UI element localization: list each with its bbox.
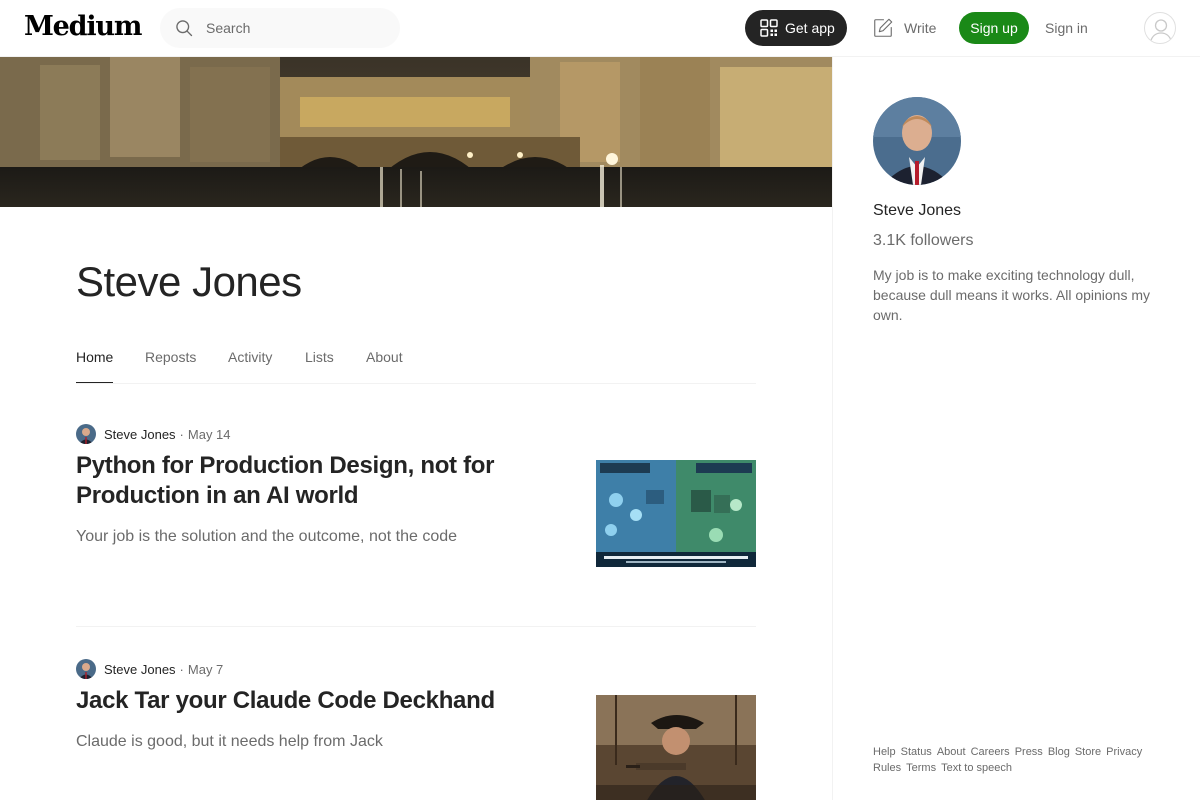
footer-links: Help Status About Careers Press Blog Sto… [873,744,1163,776]
post-title[interactable]: Python for Production Design, not for Pr… [76,451,536,511]
footer-link-help[interactable]: Help [873,744,896,760]
top-nav: Medium Get app Write Sign up Sign in [0,0,1200,57]
footer-link-privacy[interactable]: Privacy [1106,744,1142,760]
post-date: May 7 [187,661,224,677]
get-app-label: Get app [785,20,835,36]
footer-link-press[interactable]: Press [1015,744,1043,760]
qr-code-icon [760,19,778,37]
footer-link-terms[interactable]: Terms [906,760,936,776]
post-card[interactable]: Steve Jones · May 7 Jack Tar your Claude… [76,659,756,800]
tab-reposts[interactable]: Reposts [145,349,196,365]
write-icon [874,18,893,37]
footer-link-text-to-speech[interactable]: Text to speech [941,760,1012,776]
footer-link-careers[interactable]: Careers [971,744,1010,760]
post-card[interactable]: Steve Jones · May 14 Python for Producti… [76,424,756,614]
footer-link-about[interactable]: About [937,744,966,760]
post-thumbnail[interactable] [596,695,756,800]
search-input[interactable] [206,18,386,38]
profile-bio: My job is to make exciting technology du… [873,267,1151,323]
profile-name: Steve Jones [76,258,302,305]
footer-link-blog[interactable]: Blog [1048,744,1070,760]
author-avatar[interactable] [76,659,96,679]
post-meta: Steve Jones · May 7 [76,659,223,679]
tab-home[interactable]: Home [76,349,113,365]
sidebar-divider [832,57,833,800]
profile-avatar[interactable] [873,97,961,185]
post-thumbnail[interactable] [596,460,756,567]
active-tab-indicator [76,382,113,383]
write-button[interactable]: Write [872,17,936,39]
followers-count[interactable]: 3.1K followers [873,232,974,250]
user-avatar-icon[interactable] [1144,12,1176,44]
post-author[interactable]: Steve Jones [104,662,176,677]
author-avatar[interactable] [76,424,96,444]
post-subtitle[interactable]: Your job is the solution and the outcome… [76,527,457,547]
tab-lists[interactable]: Lists [305,349,334,365]
post-divider [76,626,756,627]
sign-in-link[interactable]: Sign in [1045,20,1088,36]
profile-banner [0,57,832,207]
meta-separator: · [179,661,184,677]
tab-activity[interactable]: Activity [228,349,272,365]
sidebar-profile-name[interactable]: Steve Jones [873,202,961,220]
tab-about[interactable]: About [366,349,403,365]
footer-link-rules[interactable]: Rules [873,760,901,776]
get-app-button[interactable]: Get app [745,10,847,46]
post-meta: Steve Jones · May 14 [76,424,231,444]
footer-link-status[interactable]: Status [901,744,932,760]
post-title[interactable]: Jack Tar your Claude Code Deckhand [76,686,536,716]
post-subtitle[interactable]: Claude is good, but it needs help from J… [76,732,383,752]
medium-logo[interactable]: Medium [24,11,142,42]
meta-separator: · [179,426,184,442]
footer-link-store[interactable]: Store [1075,744,1101,760]
search-bar[interactable] [160,8,400,48]
write-label: Write [904,20,937,36]
search-icon [176,20,193,37]
profile-tabs: Home Reposts Activity Lists About [76,340,756,384]
post-author[interactable]: Steve Jones [104,427,176,442]
sign-up-button[interactable]: Sign up [959,12,1029,44]
post-date: May 14 [187,426,231,442]
